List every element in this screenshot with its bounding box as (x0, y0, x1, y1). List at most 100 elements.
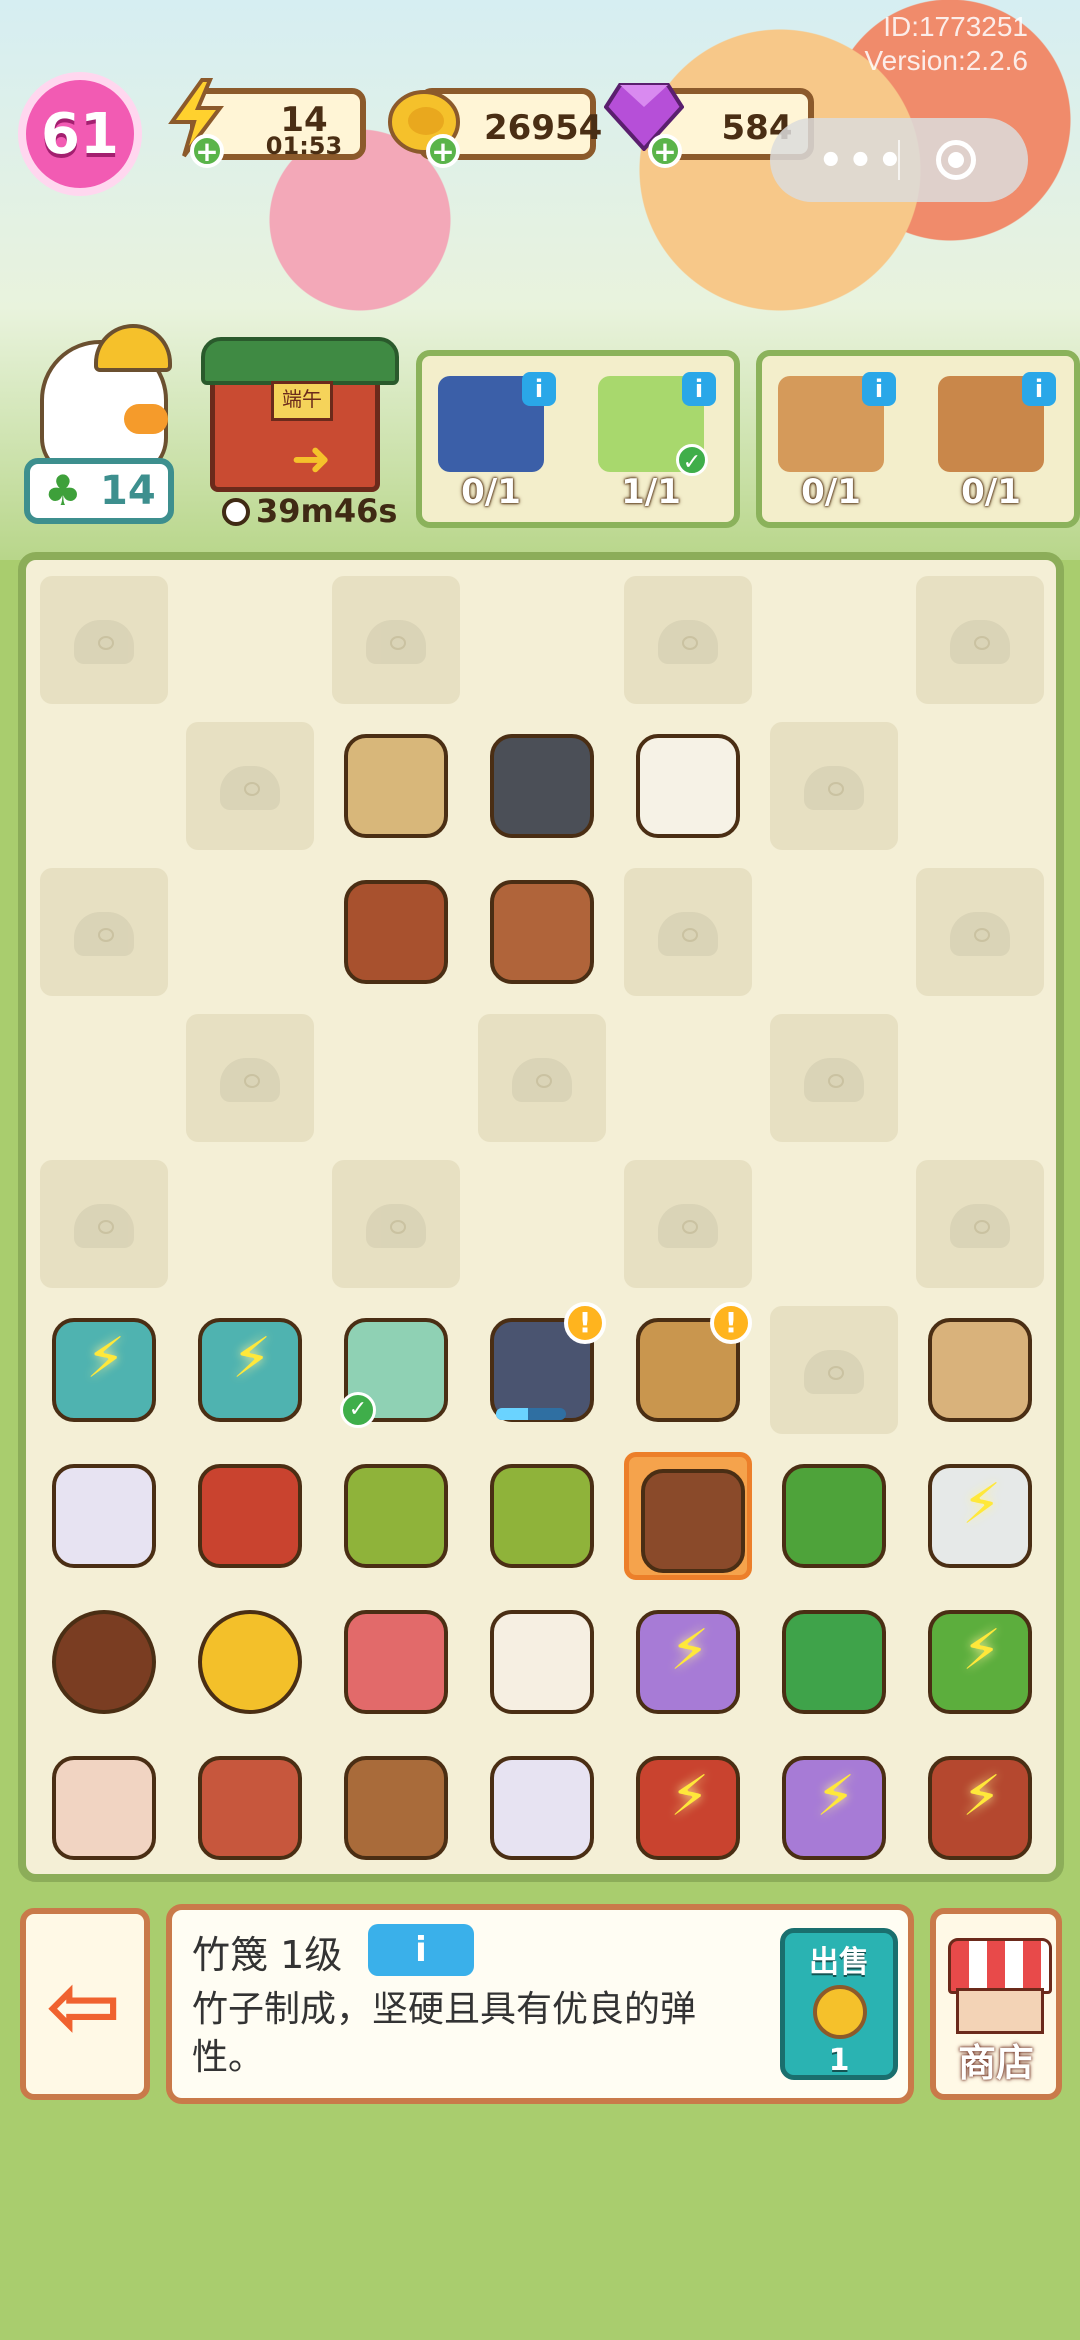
shop-awning-icon (948, 1938, 1052, 1994)
locked-cell (40, 868, 168, 996)
rice-dumpling-lock-icon (74, 912, 134, 956)
sell-label: 出售 (809, 1945, 869, 1980)
player-level-badge[interactable]: 61 (18, 72, 142, 196)
shop-button[interactable]: 商店 (930, 1908, 1062, 2100)
info-icon[interactable]: i (1022, 372, 1056, 406)
info-icon[interactable]: i (522, 372, 556, 406)
board-item-chest-large[interactable] (332, 868, 460, 996)
board-item-lion-pouch[interactable] (186, 1452, 314, 1580)
board-item-kite[interactable]: ⚡ (624, 1598, 752, 1726)
empty-cell (332, 1014, 460, 1142)
egg-icon (490, 1610, 594, 1714)
shop-label: 商店 (957, 2041, 1034, 2085)
chestnut-icon (52, 1610, 156, 1714)
bracelet-icon (344, 1610, 448, 1714)
info-icon[interactable]: i (862, 372, 896, 406)
dragon-boat-event-gate[interactable]: 端午 ➜ (201, 337, 399, 492)
chest-large-icon (344, 880, 448, 984)
locked-cell (770, 722, 898, 850)
level-number: 61 (41, 101, 119, 167)
board-item-chest-small[interactable] (478, 868, 606, 996)
order-count: 1/1 (621, 472, 681, 512)
board-item-green-pouch[interactable] (332, 1452, 460, 1580)
empty-cell (770, 576, 898, 704)
locked-cell (770, 1014, 898, 1142)
order-item-wood-pile[interactable]: i 0/1 (932, 372, 1056, 512)
board-item-chestnut[interactable] (40, 1598, 168, 1726)
locked-cell (916, 868, 1044, 996)
order-item-blue-book[interactable]: i 0/1 (432, 372, 556, 512)
board-item-scroll[interactable] (332, 722, 460, 850)
merge-board: ⚡ ⚡ ✓!! ⚡ ⚡ ⚡ ⚡ ⚡ ⚡ (18, 552, 1064, 1882)
locked-cell (478, 1014, 606, 1142)
check-icon: ✓ (340, 1392, 376, 1428)
board-item-egg[interactable] (478, 1598, 606, 1726)
green-pouch-icon (490, 1464, 594, 1568)
board-item-mill[interactable]: ! (478, 1302, 606, 1434)
board-item-lion-pouch[interactable]: ⚡ (624, 1744, 752, 1872)
meat-icon (198, 1756, 302, 1860)
order-card-2[interactable]: i 0/1 i 0/1 (756, 350, 1080, 528)
rice-dumpling-lock-icon (658, 1204, 718, 1248)
board-item-green-pouch[interactable] (478, 1452, 606, 1580)
more-menu-button[interactable]: ••• (818, 138, 907, 184)
clover-counter[interactable]: ♣ 14 (24, 458, 174, 524)
board-item-herb[interactable] (770, 1452, 898, 1580)
empty-cell (770, 1160, 898, 1288)
close-target-icon[interactable] (936, 140, 976, 180)
board-item-leaves[interactable]: ⚡ (916, 1598, 1044, 1726)
board-item-log[interactable] (332, 1744, 460, 1872)
board-item-dragon[interactable]: ⚡ (40, 1306, 168, 1434)
rice-dumpling-lock-icon (804, 1350, 864, 1394)
gate-sign: 端午 (271, 381, 333, 421)
board-item-hanfu[interactable]: ✓ (332, 1306, 460, 1434)
rice-dumpling-lock-icon (658, 912, 718, 956)
item-description: 竹子制成，坚硬且具有优良的弹性。 (192, 1989, 697, 2078)
board-item-bamboo-strip[interactable] (624, 1452, 752, 1580)
rice-dumpling-lock-icon (950, 1204, 1010, 1248)
board-item-glass-jar[interactable]: ⚡ (916, 1452, 1044, 1580)
scroll-icon (344, 734, 448, 838)
energy-spark-icon: ⚡ (816, 1764, 856, 1829)
board-item-inkstone[interactable] (478, 722, 606, 850)
add-energy-button[interactable]: + (190, 134, 224, 168)
exit-button[interactable]: ⇦ (20, 1908, 150, 2100)
alert-icon: ! (564, 1302, 606, 1344)
production-progress-bar (496, 1408, 566, 1420)
user-id-text: ID:1773251 (883, 11, 1028, 42)
empty-cell (40, 1014, 168, 1142)
board-item-bracelet[interactable] (332, 1598, 460, 1726)
add-coins-button[interactable]: + (426, 134, 460, 168)
lion-pouch-icon (198, 1464, 302, 1568)
board-item-cream-jar[interactable] (478, 1744, 606, 1872)
empty-cell (624, 1014, 752, 1142)
board-item-meat[interactable] (186, 1744, 314, 1872)
clover-icon: ♣ (44, 466, 82, 515)
board-item-dragon[interactable]: ⚡ (186, 1306, 314, 1434)
board-item-coin[interactable] (186, 1598, 314, 1726)
board-item-rice-sack[interactable] (916, 1306, 1044, 1434)
sell-button[interactable]: 出售 1 (780, 1928, 898, 2080)
gate-roof (201, 337, 399, 385)
rice-sack-icon (928, 1318, 1032, 1422)
locked-cell (916, 576, 1044, 704)
order-item-hanfu[interactable]: i ✓ 1/1 (592, 372, 716, 512)
herb-icon (782, 1464, 886, 1568)
board-item-basket[interactable]: ! (624, 1302, 752, 1434)
log-icon (344, 1756, 448, 1860)
board-item-plant-pot[interactable] (770, 1598, 898, 1726)
item-info-button[interactable]: i (368, 1924, 474, 1976)
info-icon[interactable]: i (682, 372, 716, 406)
add-gems-button[interactable]: + (648, 134, 682, 168)
board-item-paper[interactable] (624, 722, 752, 850)
board-item-cream-jar[interactable] (40, 1452, 168, 1580)
board-item-stall[interactable]: ⚡ (916, 1744, 1044, 1872)
order-item-wood-log[interactable]: i 0/1 (772, 372, 896, 512)
board-item-drum[interactable] (40, 1744, 168, 1872)
board-item-kite[interactable]: ⚡ (770, 1744, 898, 1872)
order-card-1[interactable]: i 0/1 i ✓ 1/1 (416, 350, 740, 528)
coins-value: 26954 (484, 108, 603, 148)
order-count: 0/1 (801, 472, 861, 512)
energy-spark-icon: ⚡ (670, 1618, 710, 1683)
mini-program-capsule: ••• (770, 118, 1028, 202)
